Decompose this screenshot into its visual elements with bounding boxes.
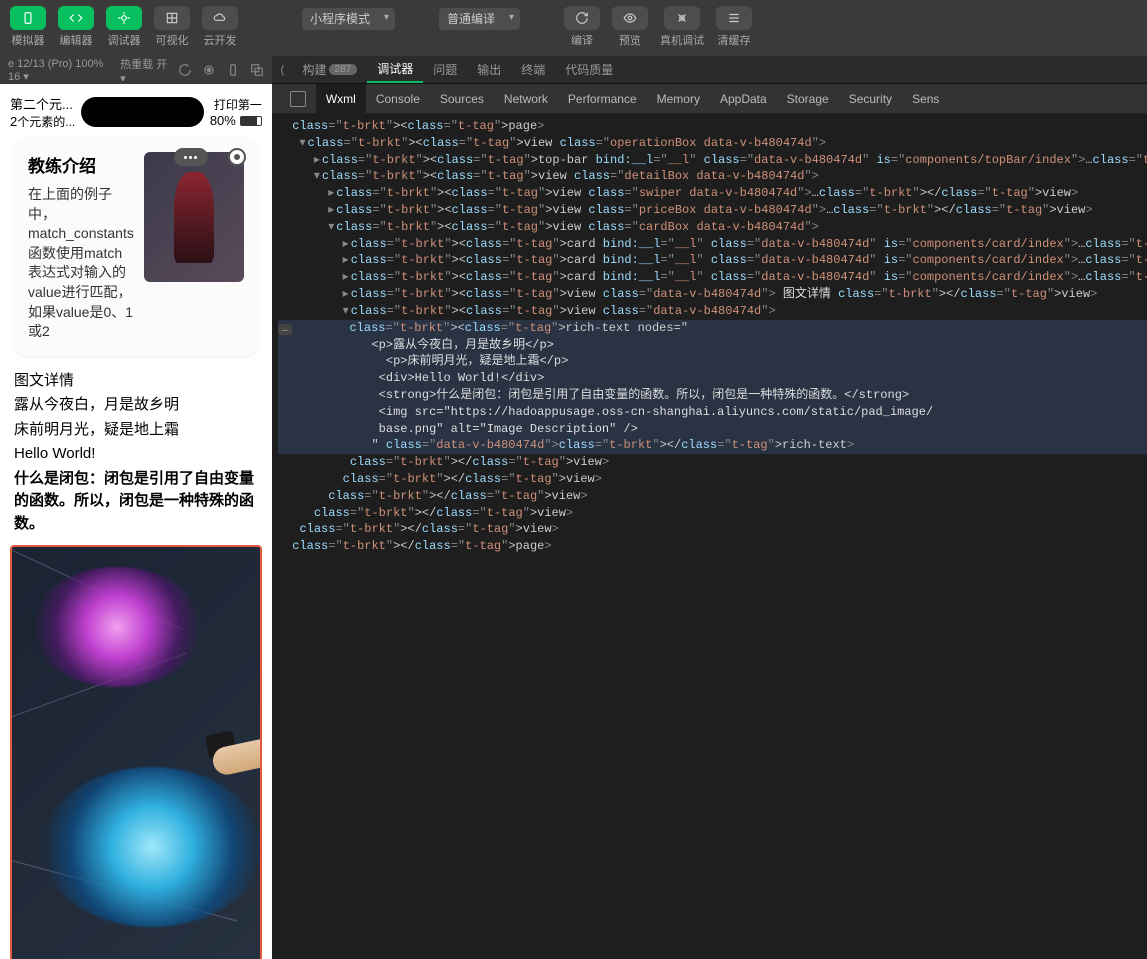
device-select[interactable]: e 12/13 (Pro) 100% 16 ▾: [8, 58, 110, 83]
terminal-tab[interactable]: 终端: [511, 56, 555, 83]
sub-tab-strip: ⟨ 构建287 调试器 问题 输出 终端 代码质量: [272, 56, 1147, 84]
popout-icon[interactable]: [250, 63, 264, 77]
article-image: [12, 547, 262, 959]
network-tab[interactable]: Network: [494, 84, 558, 113]
clear-cache-btn[interactable]: [716, 6, 752, 30]
sources-tab[interactable]: Sources: [430, 84, 494, 113]
wxml-element-tree[interactable]: class="t-brkt"><class="t-tag">page> clas…: [272, 114, 1147, 959]
security-tab[interactable]: Security: [839, 84, 902, 113]
debugger-tab[interactable]: 调试器: [367, 56, 423, 83]
menu-dots-icon[interactable]: [174, 148, 208, 166]
quality-tab[interactable]: 代码质量: [555, 56, 623, 83]
card-description: 在上面的例子中，match_constants函数使用match表达式对输入的v…: [28, 185, 134, 342]
debugger-btn[interactable]: [106, 6, 142, 30]
performance-tab[interactable]: Performance: [558, 84, 647, 113]
card-image: [144, 152, 244, 282]
simulator-control-bar: e 12/13 (Pro) 100% 16 ▾ 热重载 开 ▾: [0, 56, 272, 84]
appdata-tab[interactable]: AppData: [710, 84, 777, 113]
debugger-panel: ⟨ 构建287 调试器 问题 输出 终端 代码质量 Wxml Console S…: [272, 56, 1147, 959]
build-tab[interactable]: 构建287: [293, 56, 368, 83]
compile-btn[interactable]: [564, 6, 600, 30]
hot-reload-toggle[interactable]: 热重载 开 ▾: [120, 56, 168, 85]
article-heading: 图文详情: [14, 370, 258, 393]
editor-btn[interactable]: [58, 6, 94, 30]
wxml-tab[interactable]: Wxml: [316, 84, 366, 113]
element-picker-icon[interactable]: [280, 84, 316, 113]
back-icon[interactable]: ⟨: [280, 63, 285, 77]
remote-debug-btn[interactable]: [664, 6, 700, 30]
cloud-btn[interactable]: [202, 6, 238, 30]
top-toolbar: 模拟器 编辑器 调试器 可视化 云开发 小程序模式 普通编译 编译 预览 真机调…: [0, 0, 1147, 56]
memory-tab[interactable]: Memory: [647, 84, 710, 113]
devtools-tab-strip: Wxml Console Sources Network Performance…: [272, 84, 1147, 114]
inspector-highlight: [10, 545, 262, 959]
compile-select[interactable]: 普通编译: [439, 8, 520, 30]
record-icon[interactable]: [202, 63, 216, 77]
status-bar: 第二个元... 2个元素的... 打印第一 80%: [10, 94, 262, 130]
device-icon[interactable]: [226, 63, 240, 77]
simulator-btn[interactable]: [10, 6, 46, 30]
console-tab[interactable]: Console: [366, 84, 430, 113]
problems-tab[interactable]: 问题: [423, 56, 467, 83]
sensor-tab[interactable]: Sens: [902, 84, 949, 113]
simulator-panel: e 12/13 (Pro) 100% 16 ▾ 热重载 开 ▾ 第二个元... …: [0, 56, 272, 959]
output-tab[interactable]: 输出: [467, 56, 511, 83]
card-title: 教练介绍: [28, 152, 134, 177]
article-content: 图文详情 露从今夜白，月是故乡明 床前明月光，疑是地上霜 Hello World…: [10, 364, 262, 542]
mode-select[interactable]: 小程序模式: [302, 8, 395, 30]
target-icon[interactable]: [228, 148, 246, 166]
preview-btn[interactable]: [612, 6, 648, 30]
visualize-btn[interactable]: [154, 6, 190, 30]
storage-tab[interactable]: Storage: [777, 84, 839, 113]
battery-icon: [240, 116, 262, 126]
dynamic-island: [81, 97, 204, 127]
simulator-screen[interactable]: 第二个元... 2个元素的... 打印第一 80% 教练介绍 在上面的例子中，m…: [0, 84, 272, 959]
refresh-icon[interactable]: [178, 63, 192, 77]
coach-card[interactable]: 教练介绍 在上面的例子中，match_constants函数使用match表达式…: [14, 138, 258, 356]
